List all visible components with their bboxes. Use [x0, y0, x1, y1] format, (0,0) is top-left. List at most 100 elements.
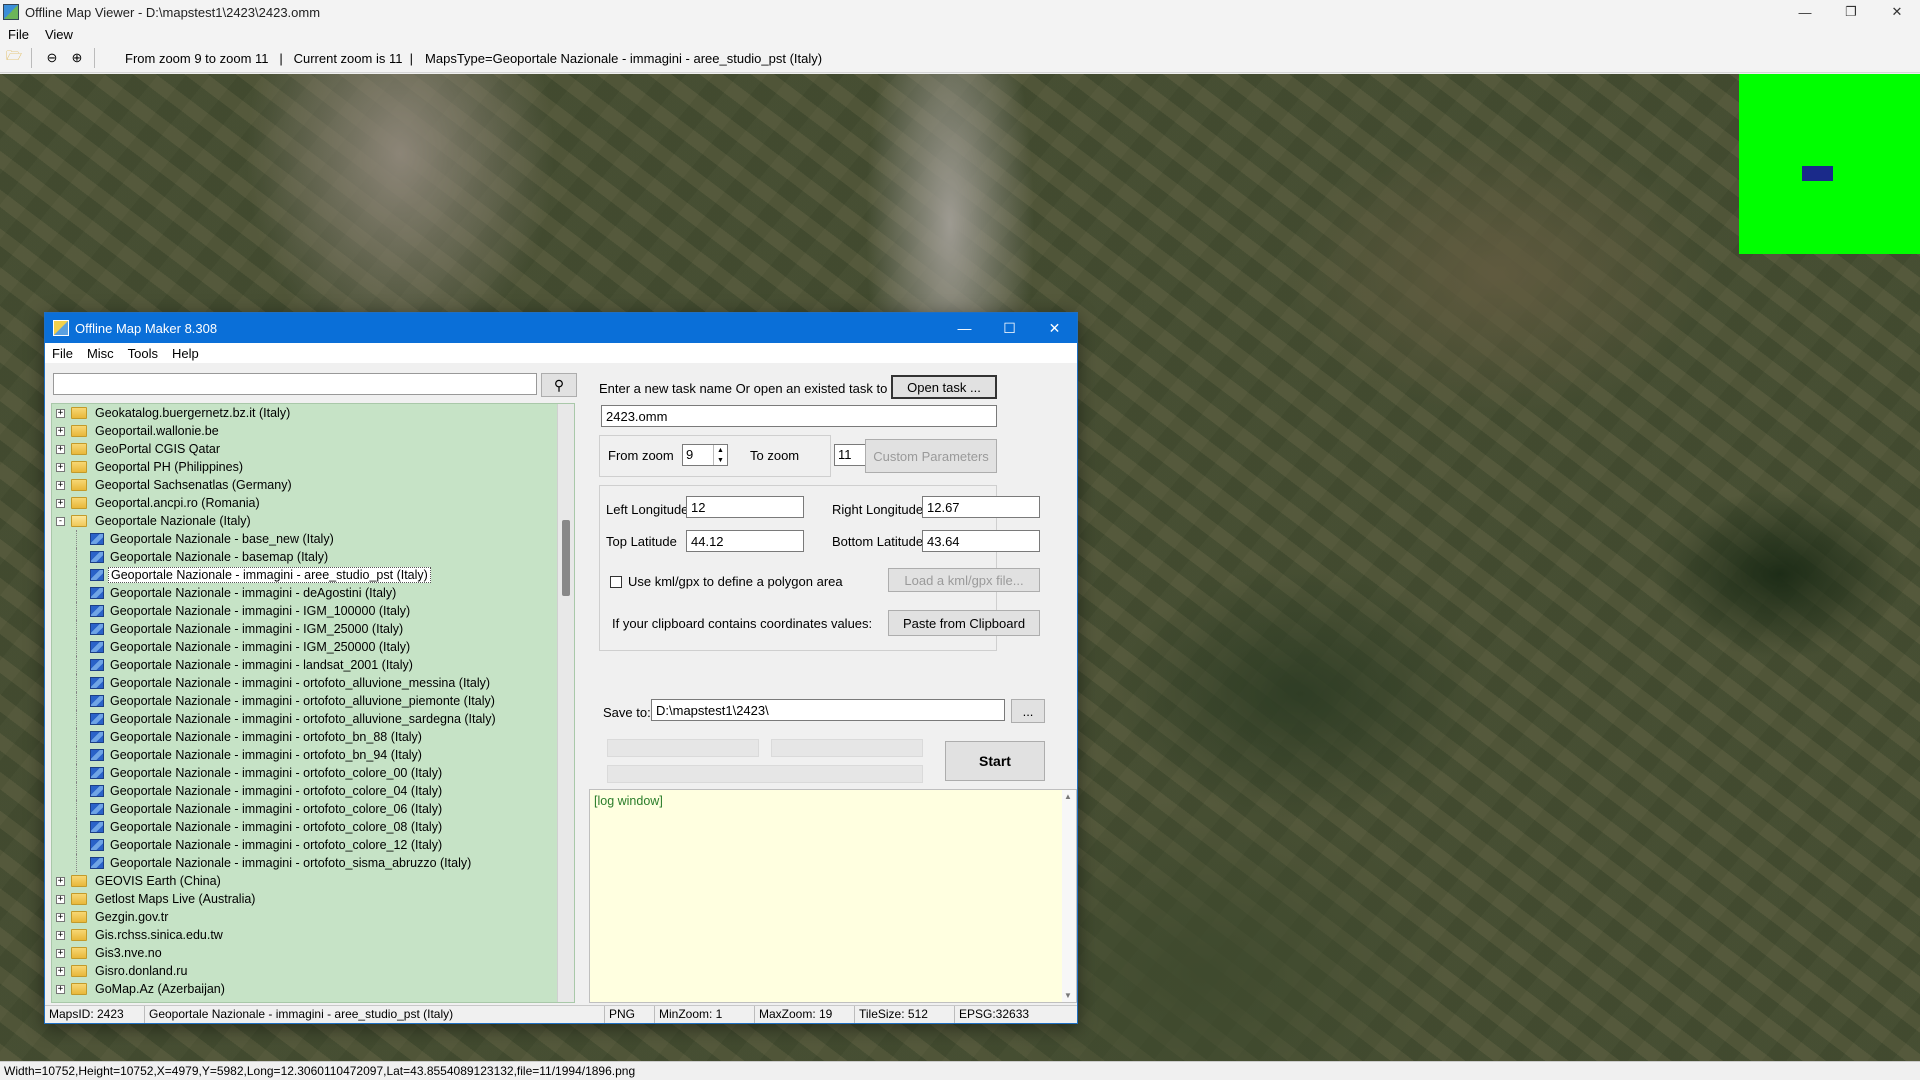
menu-help[interactable]: Help	[165, 346, 206, 361]
tree-folder-item[interactable]: + Geoportal PH (Philippines)	[52, 458, 574, 476]
close-icon[interactable]: ✕	[1874, 0, 1920, 24]
tree-folder-item[interactable]: + Getlost Maps Live (Australia)	[52, 890, 574, 908]
tree-child-item[interactable]: Geoportale Nazionale - immagini - IGM_25…	[52, 620, 574, 638]
search-button[interactable]: ⚲	[541, 373, 577, 397]
open-task-button[interactable]: Open task ...	[891, 375, 997, 399]
tree-folder-item[interactable]: + Geoportal Sachsenatlas (Germany)	[52, 476, 574, 494]
maximize-icon[interactable]: ☐	[987, 313, 1032, 343]
expand-icon[interactable]: +	[56, 444, 65, 454]
zoom-in-icon[interactable]: ⊕	[66, 47, 88, 69]
tree-child-item[interactable]: Geoportale Nazionale - immagini - ortofo…	[52, 800, 574, 818]
expand-icon[interactable]: +	[56, 408, 65, 418]
tree-scrollbar[interactable]	[557, 404, 574, 1002]
expand-icon[interactable]: +	[56, 876, 65, 886]
dialog-title: Offline Map Maker 8.308	[75, 320, 218, 336]
menu-file[interactable]: File	[0, 27, 37, 42]
tree-child-item[interactable]: Geoportale Nazionale - immagini - ortofo…	[52, 818, 574, 836]
search-input[interactable]	[53, 373, 537, 395]
minimize-icon[interactable]: —	[1782, 0, 1828, 24]
expand-icon[interactable]: +	[56, 894, 65, 904]
expand-icon[interactable]: +	[56, 498, 65, 508]
tree-folder-item[interactable]: + Gezgin.gov.tr	[52, 908, 574, 926]
tree-folder-item[interactable]: + GeoPortal CGIS Qatar	[52, 440, 574, 458]
spin-down-icon[interactable]: ▼	[714, 455, 727, 465]
expand-icon[interactable]: +	[56, 912, 65, 922]
tree-child-item[interactable]: Geoportale Nazionale - immagini - aree_s…	[52, 566, 574, 584]
open-folder-icon[interactable]: 🗁	[3, 47, 25, 69]
expand-icon[interactable]: +	[56, 984, 65, 994]
menu-misc[interactable]: Misc	[80, 346, 121, 361]
menu-file[interactable]: File	[45, 346, 80, 361]
expand-icon[interactable]: +	[56, 426, 65, 436]
expand-icon[interactable]: +	[56, 948, 65, 958]
left-longitude-input[interactable]: 12	[686, 496, 804, 518]
kml-polygon-checkbox[interactable]	[610, 576, 622, 588]
tree-folder-item[interactable]: + Geokatalog.buergernetz.bz.it (Italy)	[52, 404, 574, 422]
browse-button[interactable]: ...	[1011, 699, 1045, 723]
menu-tools[interactable]: Tools	[121, 346, 165, 361]
tree-child-item[interactable]: Geoportale Nazionale - immagini - ortofo…	[52, 692, 574, 710]
dialog-title-bar[interactable]: Offline Map Maker 8.308 — ☐ ✕	[45, 313, 1077, 343]
expand-icon[interactable]: +	[56, 480, 65, 490]
log-scrollbar[interactable]: ▲ ▼	[1062, 790, 1076, 1002]
custom-parameters-button[interactable]: Custom Parameters	[865, 439, 997, 473]
tree-child-item[interactable]: Geoportale Nazionale - immagini - ortofo…	[52, 782, 574, 800]
task-pane: Enter a new task name Or open an existed…	[589, 365, 1077, 1003]
scroll-up-icon[interactable]: ▲	[1064, 792, 1072, 801]
collapse-icon[interactable]: -	[56, 516, 65, 526]
log-window[interactable]: [log window] ▲ ▼	[589, 789, 1077, 1003]
expand-icon[interactable]: +	[56, 462, 65, 472]
tree-child-item[interactable]: Geoportale Nazionale - base_new (Italy)	[52, 530, 574, 548]
tree-child-item[interactable]: Geoportale Nazionale - immagini - deAgos…	[52, 584, 574, 602]
minimap-view-rect[interactable]	[1802, 166, 1833, 181]
tree-folder-item[interactable]: + Gis3.nve.no	[52, 944, 574, 962]
zoom-out-icon[interactable]: ⊖	[41, 47, 63, 69]
tree-scrollbar-thumb[interactable]	[562, 520, 570, 596]
spin-up-icon[interactable]: ▲	[714, 445, 727, 455]
tree-folder-item[interactable]: + Geoportail.wallonie.be	[52, 422, 574, 440]
minimize-icon[interactable]: —	[942, 313, 987, 343]
tree-child-item[interactable]: Geoportale Nazionale - immagini - IGM_25…	[52, 638, 574, 656]
tree-folder-item[interactable]: + Gisro.donland.ru	[52, 962, 574, 980]
bottom-latitude-input[interactable]: 43.64	[922, 530, 1040, 552]
restore-icon[interactable]: ❐	[1828, 0, 1874, 24]
start-button[interactable]: Start	[945, 741, 1045, 781]
top-latitude-input[interactable]: 44.12	[686, 530, 804, 552]
expand-icon[interactable]: +	[56, 966, 65, 976]
close-icon[interactable]: ✕	[1032, 313, 1077, 343]
toolbar-separator	[31, 48, 32, 68]
tree-child-item[interactable]: Geoportale Nazionale - immagini - ortofo…	[52, 764, 574, 782]
paste-clipboard-button[interactable]: Paste from Clipboard	[888, 610, 1040, 636]
tree-child-item[interactable]: Geoportale Nazionale - immagini - landsa…	[52, 656, 574, 674]
tree-item-label: Gisro.donland.ru	[95, 964, 188, 978]
area-group: Left Longitude 12 Right Longitude 12.67 …	[599, 485, 1040, 651]
tree-child-item[interactable]: Geoportale Nazionale - immagini - ortofo…	[52, 728, 574, 746]
tree-item-label: Geoportale Nazionale - immagini - IGM_25…	[110, 622, 404, 636]
from-zoom-stepper[interactable]: 9 ▲ ▼	[682, 444, 728, 466]
save-path-input[interactable]: D:\mapstest1\2423\	[651, 699, 1005, 721]
tree-folder-item[interactable]: - Geoportale Nazionale (Italy)	[52, 512, 574, 530]
top-latitude-label: Top Latitude	[606, 534, 677, 549]
tree-child-item[interactable]: Geoportale Nazionale - immagini - ortofo…	[52, 836, 574, 854]
menu-view[interactable]: View	[37, 27, 81, 42]
expand-icon[interactable]: +	[56, 930, 65, 940]
tree-child-item[interactable]: Geoportale Nazionale - immagini - ortofo…	[52, 710, 574, 728]
right-longitude-input[interactable]: 12.67	[922, 496, 1040, 518]
minimap[interactable]	[1739, 74, 1920, 254]
tree-child-item[interactable]: Geoportale Nazionale - immagini - ortofo…	[52, 854, 574, 872]
task-name-input[interactable]: 2423.omm	[601, 405, 997, 427]
tree-guide-line	[76, 800, 77, 818]
tree-item-label: Geoportale Nazionale - immagini - landsa…	[110, 658, 413, 672]
maps-tree[interactable]: + Geokatalog.buergernetz.bz.it (Italy) + Ge…	[51, 403, 575, 1003]
scroll-down-icon[interactable]: ▼	[1064, 991, 1072, 1000]
tree-folder-item[interactable]: + GEOVIS Earth (China)	[52, 872, 574, 890]
map-layer-icon	[90, 533, 104, 545]
tree-child-item[interactable]: Geoportale Nazionale - immagini - IGM_10…	[52, 602, 574, 620]
tree-child-item[interactable]: Geoportale Nazionale - basemap (Italy)	[52, 548, 574, 566]
tree-folder-item[interactable]: + Gis.rchss.sinica.edu.tw	[52, 926, 574, 944]
load-kml-button[interactable]: Load a kml/gpx file...	[888, 568, 1040, 592]
tree-child-item[interactable]: Geoportale Nazionale - immagini - ortofo…	[52, 674, 574, 692]
tree-folder-item[interactable]: + GoMap.Az (Azerbaijan)	[52, 980, 574, 998]
tree-child-item[interactable]: Geoportale Nazionale - immagini - ortofo…	[52, 746, 574, 764]
tree-folder-item[interactable]: + Geoportal.ancpi.ro (Romania)	[52, 494, 574, 512]
